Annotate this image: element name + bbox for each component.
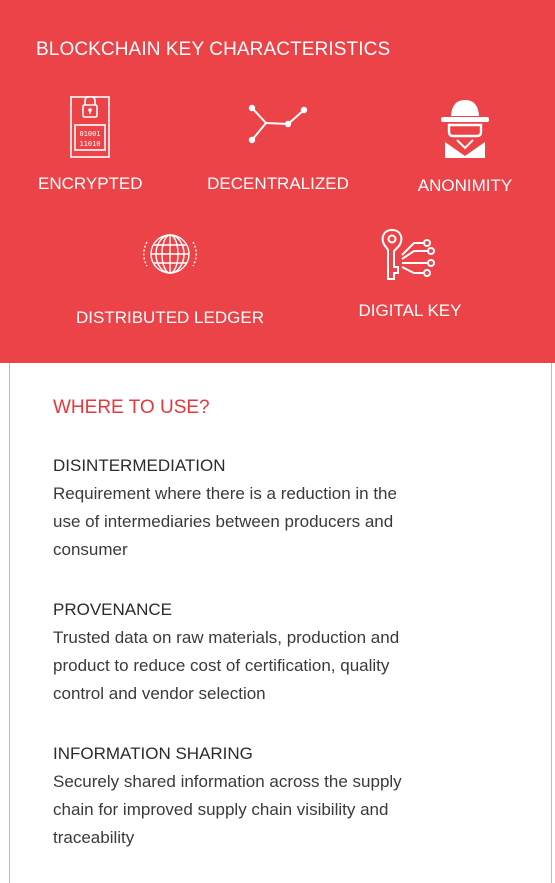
svg-text:11010: 11010 <box>79 140 100 148</box>
section-body-information-sharing: Securely shared information across the s… <box>53 768 523 852</box>
feature-label: DISTRIBUTED LEDGER <box>76 308 264 327</box>
panel-title: BLOCKCHAIN KEY CHARACTERISTICS <box>36 39 391 60</box>
body-line: consumer <box>53 540 128 559</box>
body-line: Securely shared information across the s… <box>53 772 402 791</box>
key-characteristics-panel: BLOCKCHAIN KEY CHARACTERISTICS 01001 110… <box>0 0 555 363</box>
section-body-provenance: Trusted data on raw materials, productio… <box>53 624 523 708</box>
decentralized-nodes-icon <box>248 104 308 144</box>
anonymous-spy-icon <box>441 100 489 158</box>
feature-label: DIGITAL KEY <box>358 301 462 320</box>
section-body-disintermediation: Requirement where there is a reduction i… <box>53 480 523 564</box>
body-line: use of intermediaries between producers … <box>53 512 394 531</box>
svg-text:01001: 01001 <box>79 130 100 138</box>
body-line: chain for improved supply chain visibili… <box>53 800 389 819</box>
feature-anonimity: ANONIMITY <box>400 96 530 196</box>
feature-label: DECENTRALIZED <box>207 174 349 193</box>
section-title-disintermediation: DISINTERMEDIATION <box>53 456 226 475</box>
feature-encrypted: 01001 11010 ENCRYPTED <box>38 96 143 194</box>
feature-label: ENCRYPTED <box>38 174 143 193</box>
body-line: traceability <box>53 828 135 847</box>
encrypted-lock-icon: 01001 11010 <box>70 96 110 158</box>
body-line: Trusted data on raw materials, productio… <box>53 628 400 647</box>
where-to-use-title: WHERE TO USE? <box>53 397 210 418</box>
digital-key-icon <box>381 228 435 280</box>
globe-icon <box>143 234 197 274</box>
feature-digital-key: DIGITAL KEY <box>330 227 490 321</box>
feature-distributed-ledger: DISTRIBUTED LEDGER <box>60 228 280 328</box>
body-line: Requirement where there is a reduction i… <box>53 484 397 503</box>
section-title-provenance: PROVENANCE <box>53 600 173 619</box>
section-title-information-sharing: INFORMATION SHARING <box>53 744 253 763</box>
body-line: product to reduce cost of certification,… <box>53 656 390 675</box>
feature-label: ANONIMITY <box>417 176 513 195</box>
body-line: control and vendor selection <box>53 684 266 703</box>
feature-decentralized: DECENTRALIZED <box>193 100 363 194</box>
